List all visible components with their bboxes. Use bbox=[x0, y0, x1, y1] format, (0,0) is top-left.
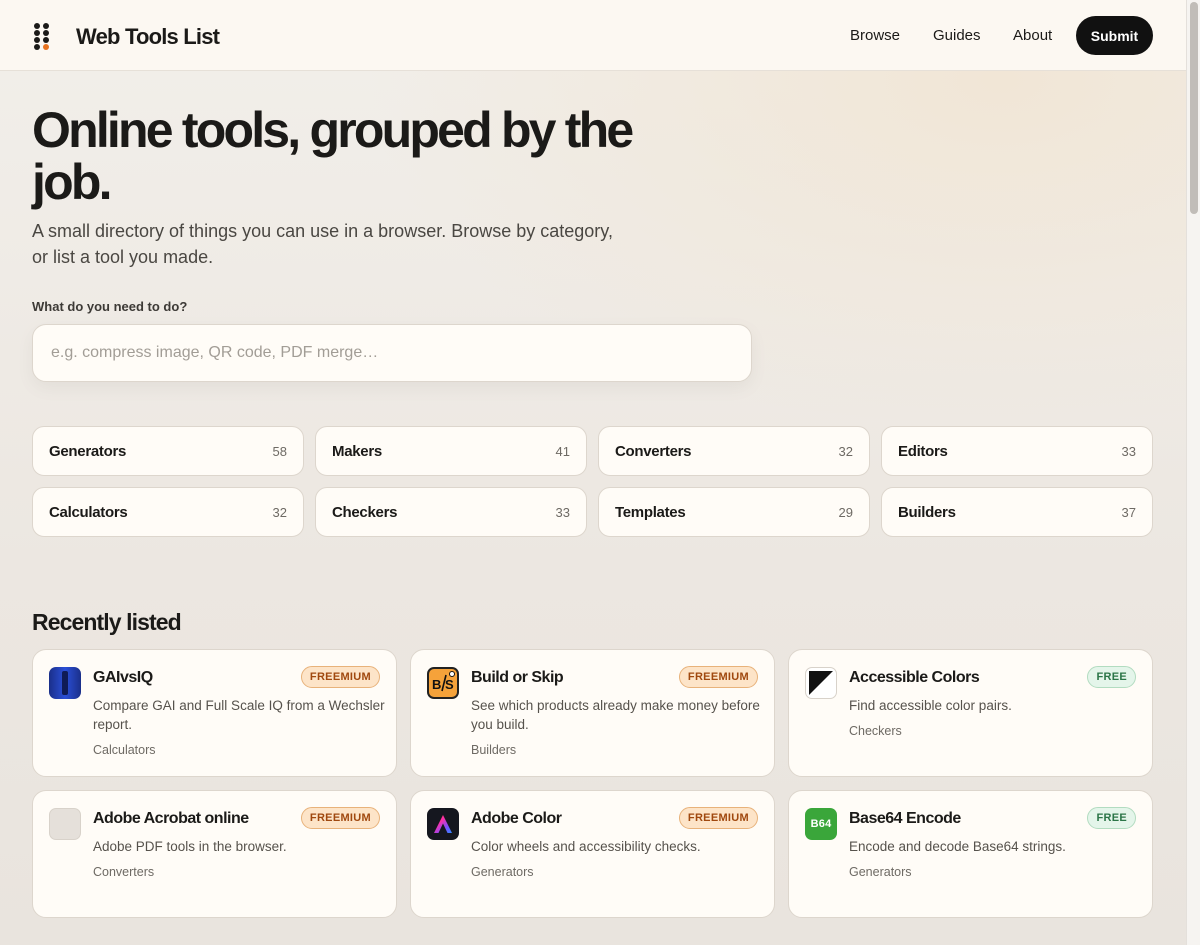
category-card-checkers[interactable]: Checkers 33 bbox=[315, 487, 587, 537]
tool-card-base64-encode[interactable]: B64 Base64 Encode FREE Encode and decode… bbox=[788, 790, 1153, 918]
tool-description: Find accessible color pairs. bbox=[849, 698, 1012, 713]
category-card-templates[interactable]: Templates 29 bbox=[598, 487, 870, 537]
section-title-recent: Recently listed bbox=[32, 609, 182, 635]
base64-icon-text: B64 bbox=[810, 818, 832, 830]
placeholder-icon bbox=[49, 808, 81, 840]
site-name[interactable]: Web Tools List bbox=[76, 24, 220, 50]
category-name: Editors bbox=[898, 442, 948, 460]
category-count: 37 bbox=[1121, 504, 1136, 520]
category-count: 58 bbox=[272, 443, 287, 459]
hero-subtitle: A small directory of things you can use … bbox=[32, 221, 613, 267]
tool-name: Build or Skip bbox=[471, 669, 564, 686]
nav-guides-link[interactable]: Guides bbox=[933, 27, 981, 44]
tool-description: Color wheels and accessibility checks. bbox=[471, 839, 701, 854]
pricing-badge: FREE bbox=[1087, 666, 1136, 688]
svg-text:B: B bbox=[432, 677, 441, 692]
scrollbar-thumb[interactable] bbox=[1190, 2, 1198, 214]
pricing-badge: FREEMIUM bbox=[678, 807, 758, 829]
category-name: Builders bbox=[898, 503, 956, 521]
gaivsiq-icon bbox=[49, 667, 81, 699]
tool-card-build-or-skip[interactable]: B S Build or Skip FREEMIUM See which pro… bbox=[410, 649, 775, 777]
tool-card-accessible-colors[interactable]: Accessible Colors FREE Find accessible c… bbox=[788, 649, 1153, 777]
page-scrollbar[interactable] bbox=[1186, 0, 1200, 945]
category-count: 29 bbox=[838, 504, 853, 520]
tool-name: Adobe Color bbox=[471, 810, 562, 827]
category-name: Templates bbox=[615, 503, 686, 521]
category-card-builders[interactable]: Builders 37 bbox=[881, 487, 1153, 537]
tool-card-adobe-acrobat-online[interactable]: Adobe Acrobat online FREEMIUM Adobe PDF … bbox=[32, 790, 397, 918]
category-name: Checkers bbox=[332, 503, 398, 521]
build-or-skip-icon: B S bbox=[427, 667, 459, 699]
tool-category: Converters bbox=[93, 865, 155, 879]
category-card-converters[interactable]: Converters 32 bbox=[598, 426, 870, 476]
tool-category: Calculators bbox=[93, 743, 156, 757]
category-count: 32 bbox=[272, 504, 287, 520]
nav-browse-link[interactable]: Browse bbox=[850, 27, 900, 44]
category-name: Calculators bbox=[49, 503, 128, 521]
page: Web Tools List Browse Guides About Submi… bbox=[0, 0, 1186, 945]
category-count: 32 bbox=[838, 443, 853, 459]
category-name: Generators bbox=[49, 442, 127, 460]
category-count: 41 bbox=[555, 443, 570, 459]
submit-button[interactable]: Submit bbox=[1076, 16, 1153, 55]
nav-about-link[interactable]: About bbox=[1013, 27, 1052, 44]
hero-title: Online tools, grouped by the job. bbox=[32, 102, 634, 210]
category-card-editors[interactable]: Editors 33 bbox=[881, 426, 1153, 476]
category-grid: Generators 58 Makers 41 Converters 32 Ed… bbox=[32, 426, 1153, 537]
svg-text:S: S bbox=[445, 677, 454, 692]
category-card-makers[interactable]: Makers 41 bbox=[315, 426, 587, 476]
adobe-color-icon bbox=[427, 808, 459, 840]
tool-card-gaivsiq[interactable]: GAIvsIQ FREEMIUM Compare GAI and Full Sc… bbox=[32, 649, 397, 777]
category-name: Converters bbox=[615, 442, 692, 460]
tool-category: Generators bbox=[849, 865, 912, 879]
tool-name: Base64 Encode bbox=[849, 810, 961, 827]
category-name: Makers bbox=[332, 442, 382, 460]
pricing-badge: FREEMIUM bbox=[678, 666, 758, 688]
tool-name: Adobe Acrobat online bbox=[93, 810, 249, 827]
tool-description: Encode and decode Base64 strings. bbox=[849, 839, 1066, 854]
base64-icon: B64 bbox=[805, 808, 837, 840]
category-card-generators[interactable]: Generators 58 bbox=[32, 426, 304, 476]
logo-icon[interactable] bbox=[34, 23, 54, 51]
category-card-calculators[interactable]: Calculators 32 bbox=[32, 487, 304, 537]
tool-name: GAIvsIQ bbox=[93, 669, 153, 686]
accessible-colors-icon bbox=[805, 667, 837, 699]
search-label: What do you need to do? bbox=[32, 299, 188, 314]
pricing-badge: FREEMIUM bbox=[300, 666, 380, 688]
pricing-badge: FREE bbox=[1087, 807, 1136, 829]
category-count: 33 bbox=[555, 504, 570, 520]
tool-category: Checkers bbox=[849, 724, 902, 738]
search-input[interactable] bbox=[32, 324, 752, 382]
tool-description: Compare GAI and Full Scale IQ from a Wec… bbox=[93, 698, 385, 732]
tool-name: Accessible Colors bbox=[849, 669, 980, 686]
category-count: 33 bbox=[1121, 443, 1136, 459]
tool-description: Adobe PDF tools in the browser. bbox=[93, 839, 287, 854]
tool-category: Generators bbox=[471, 865, 534, 879]
tool-description: See which products already make money be… bbox=[471, 698, 760, 732]
tool-category: Builders bbox=[471, 743, 517, 757]
pricing-badge: FREEMIUM bbox=[300, 807, 380, 829]
site-header: Web Tools List Browse Guides About Submi… bbox=[0, 0, 1186, 71]
tool-grid: GAIvsIQ FREEMIUM Compare GAI and Full Sc… bbox=[32, 649, 1153, 918]
tool-card-adobe-color[interactable]: Adobe Color FREEMIUM Color wheels and ac… bbox=[410, 790, 775, 918]
